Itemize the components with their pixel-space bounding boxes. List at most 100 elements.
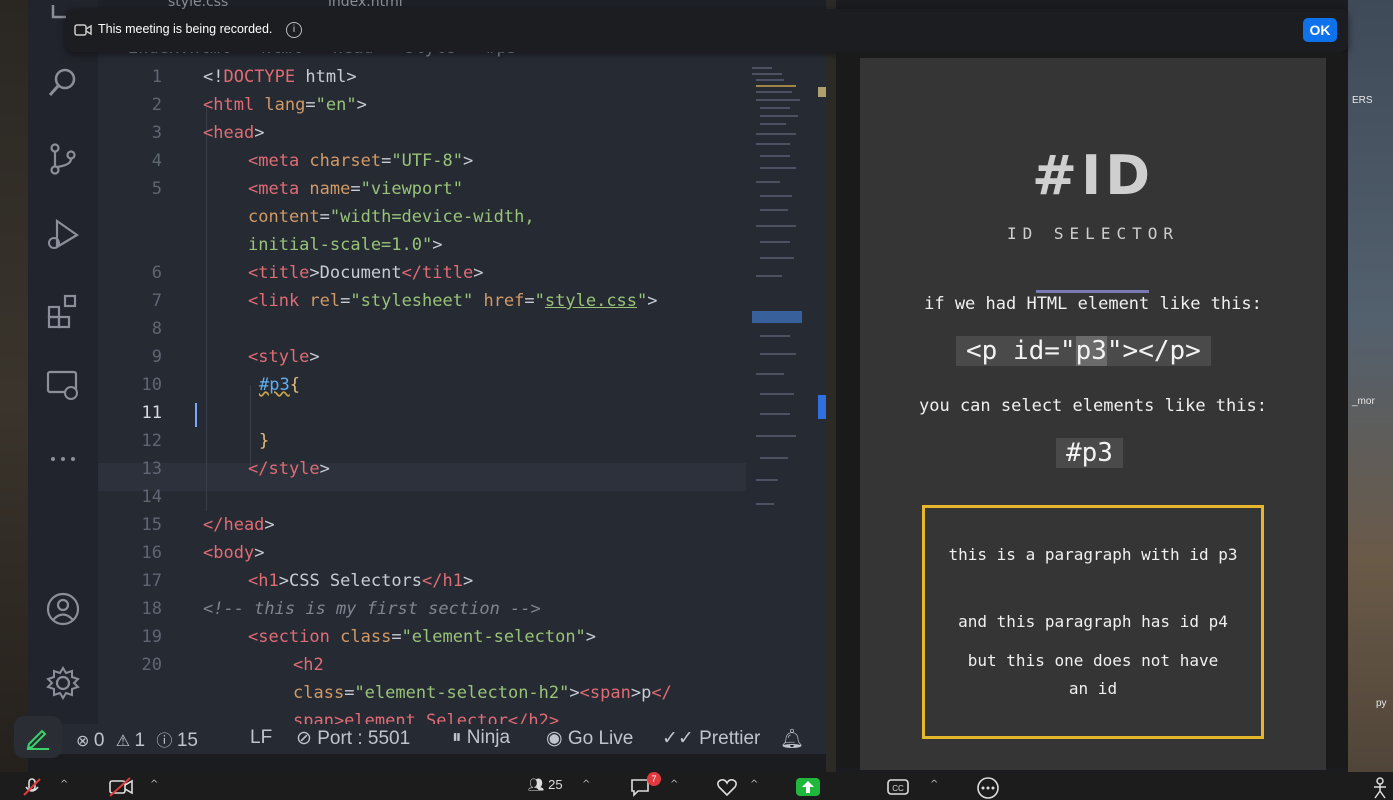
- participants-icon: 👥︎: [528, 777, 549, 792]
- run-debug-icon[interactable]: [42, 214, 84, 256]
- code-line: <body>: [203, 543, 265, 563]
- port-indicator[interactable]: ⊘ Port : 5501: [296, 727, 410, 750]
- code-line: <h1>CSS Selectors</h1>: [248, 571, 474, 591]
- notifications-bell-icon[interactable]: 🔔︎: [780, 727, 804, 751]
- more-options-icon[interactable]: [976, 777, 1000, 799]
- editor-scrollbar[interactable]: [818, 63, 826, 723]
- status-bar: ⊗ 0 ⚠ 1 ⓘ 15 LF ⊘ Port : 5501 ⏸ Ninja ◉ …: [28, 724, 826, 754]
- side-label-mor: _mor: [1352, 396, 1375, 407]
- line-number: 4: [151, 151, 162, 171]
- line-number: 10: [141, 375, 162, 395]
- problems-counter[interactable]: ⊗ 0 ⚠ 1 ⓘ 15: [76, 727, 198, 752]
- accounts-icon[interactable]: [42, 588, 84, 630]
- demo-box: this is a paragraph with id p3 and this …: [922, 505, 1264, 739]
- share-screen-button[interactable]: [796, 778, 820, 796]
- line-number: 17: [141, 571, 162, 591]
- closed-captions-icon[interactable]: CC: [886, 777, 910, 797]
- code-line: class="element-selecton-h2"><span>p</: [293, 683, 672, 703]
- code-line: <meta name="viewport": [248, 179, 463, 199]
- mic-options-chevron-icon[interactable]: ^: [60, 779, 68, 790]
- captions-chevron-icon[interactable]: ^: [930, 779, 938, 790]
- pause-icon: ⏸: [452, 727, 467, 748]
- remote-explorer-icon[interactable]: [42, 364, 84, 406]
- annotate-pencil-button[interactable]: [14, 716, 62, 758]
- svg-text:CC: CC: [892, 784, 904, 793]
- line-number: 12: [141, 431, 162, 451]
- chat-badge: 7: [647, 772, 661, 786]
- code-line: <html lang="en">: [203, 95, 367, 115]
- code-line: }: [259, 431, 270, 451]
- go-live-button[interactable]: ◉ Go Live: [546, 727, 633, 750]
- more-icon[interactable]: [42, 438, 84, 480]
- code-line: #p3{: [259, 375, 300, 395]
- code-line: </head>: [203, 515, 275, 535]
- extensions-icon[interactable]: [42, 290, 84, 332]
- slide: #ID ID SELECTOR if we had HTML element l…: [860, 58, 1326, 770]
- share-arrow-icon: [802, 781, 814, 793]
- demo-paragraph: and this paragraph has id p4: [958, 612, 1228, 631]
- line-number: 3: [151, 123, 162, 143]
- participants-button[interactable]: 👥︎ 25: [528, 777, 563, 793]
- line-number: 8: [151, 319, 162, 339]
- code-line: <link rel="stylesheet" href="style.css">: [248, 291, 658, 311]
- line-number: 20: [141, 655, 162, 675]
- recording-notification: This meeting is being recorded. i OK: [66, 9, 1348, 52]
- code-area[interactable]: 1 2 3 4 5 6 7 8 9 10 11 12 13 14 15 16 1…: [98, 63, 748, 728]
- line-number: 16: [141, 543, 162, 563]
- minimap[interactable]: [748, 63, 804, 513]
- code-line: initial-scale=1.0">: [248, 235, 443, 255]
- reactions-heart-icon[interactable]: [716, 777, 738, 797]
- indent-guide: [206, 105, 207, 511]
- line-number: 14: [141, 487, 162, 507]
- demo-paragraph: this is a paragraph with id p3: [948, 545, 1238, 564]
- ninja-indicator[interactable]: ⏸ Ninja: [452, 727, 510, 749]
- eol-indicator[interactable]: LF: [250, 727, 272, 749]
- line-number: 15: [141, 515, 162, 535]
- slide-text: you can select elements like this:: [919, 396, 1267, 416]
- slide-title: #ID: [1031, 144, 1155, 207]
- slide-subtitle: ID SELECTOR: [1007, 224, 1179, 243]
- ok-button[interactable]: OK: [1303, 18, 1337, 42]
- code-line: <!-- this is my first section -->: [203, 599, 541, 619]
- reactions-chevron-icon[interactable]: ^: [750, 779, 758, 790]
- code-line: <h2: [293, 655, 324, 675]
- code-line: <section class="element-selecton">: [248, 627, 597, 647]
- search-icon[interactable]: [42, 62, 84, 104]
- settings-gear-icon[interactable]: [42, 662, 84, 704]
- recording-camera-icon: [74, 24, 92, 36]
- side-label-ers: ERS: [1352, 95, 1373, 106]
- demo-paragraph: but this one does not have an id: [967, 651, 1219, 698]
- pencil-icon: [26, 729, 49, 750]
- line-number: 5: [151, 179, 162, 199]
- code-example: #p3: [1056, 438, 1123, 468]
- text-cursor: [195, 403, 197, 427]
- line-number: 1: [151, 67, 162, 87]
- code-example: <p id="p3"></p>: [956, 336, 1211, 366]
- line-number: 2: [151, 95, 162, 115]
- divider: [1036, 290, 1149, 293]
- indent-guide: [250, 385, 251, 469]
- code-line: <head>: [203, 123, 265, 143]
- video-options-chevron-icon[interactable]: ^: [150, 779, 158, 790]
- mic-muted-icon[interactable]: [22, 777, 42, 797]
- line-number: 7: [151, 291, 162, 311]
- activity-bar: [28, 0, 98, 752]
- broadcast-icon: ◉: [546, 728, 568, 749]
- line-number-current: 11: [141, 403, 162, 423]
- participants-chevron-icon[interactable]: ^: [582, 779, 590, 790]
- no-entry-icon: ⊘: [296, 728, 318, 749]
- leave-person-icon[interactable]: [1370, 777, 1390, 799]
- code-line: <style>: [248, 347, 320, 367]
- line-number: 6: [151, 263, 162, 283]
- source-control-icon[interactable]: [42, 138, 84, 180]
- desktop-background-gap: [826, 0, 836, 800]
- code-line: <meta charset="UTF-8">: [248, 151, 474, 171]
- video-off-icon[interactable]: [108, 777, 134, 797]
- line-number: 9: [151, 347, 162, 367]
- chat-chevron-icon[interactable]: ^: [670, 779, 678, 790]
- prettier-button[interactable]: ✓✓ Prettier: [662, 727, 760, 750]
- code-line: </style>: [248, 459, 330, 479]
- code-line: <!DOCTYPE html>: [203, 67, 357, 87]
- code-line: content="width=device-width,: [248, 207, 535, 227]
- info-icon[interactable]: i: [286, 22, 302, 38]
